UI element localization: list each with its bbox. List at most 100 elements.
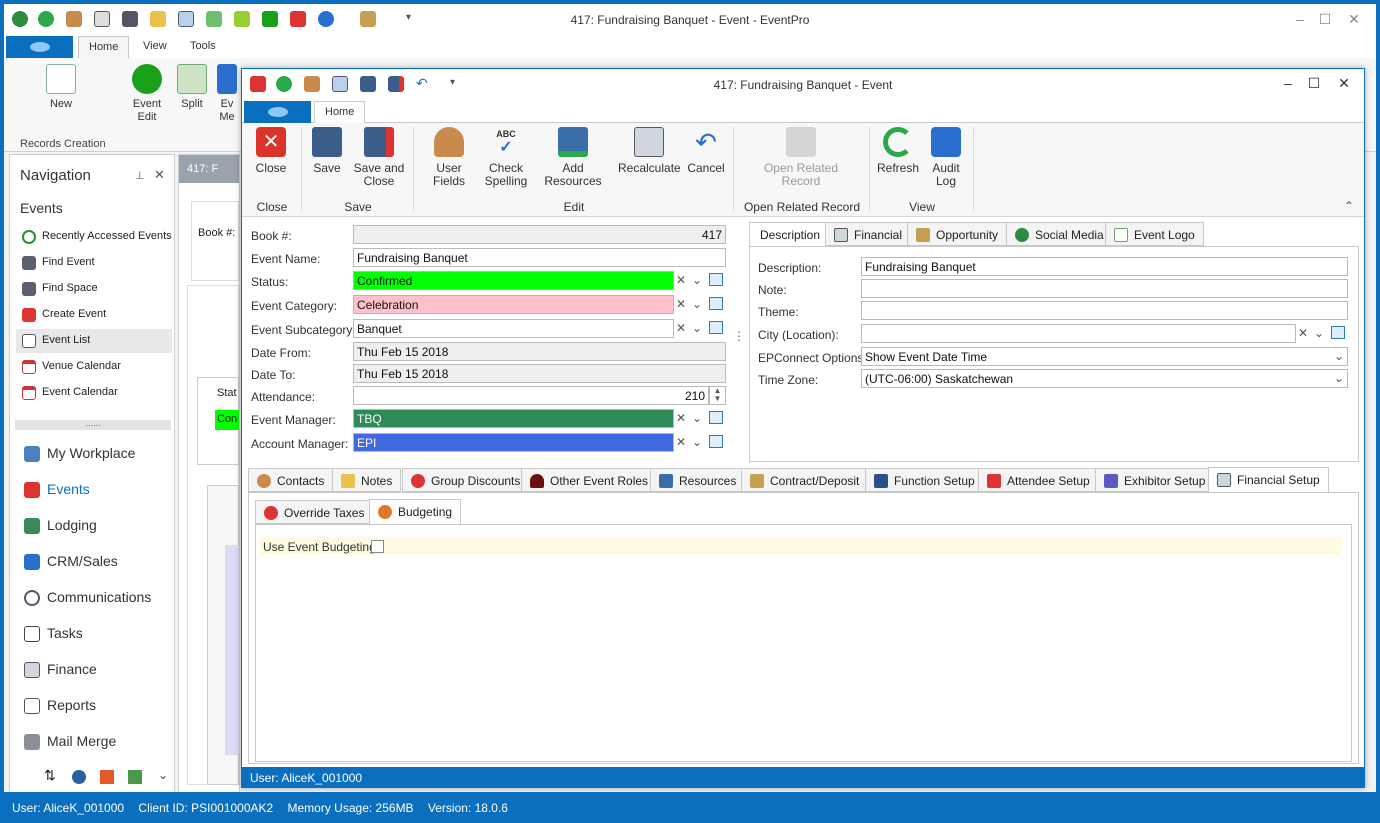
chevron-down-icon[interactable]: ⌄	[692, 411, 702, 425]
chevron-down-icon[interactable]: ⌄	[1334, 349, 1344, 363]
tab-group-discounts[interactable]: Group Discounts	[402, 468, 530, 492]
event-file-menu-button[interactable]	[244, 101, 311, 123]
use-event-budgeting-checkbox[interactable]	[371, 540, 384, 553]
nav-create-event[interactable]: Create Event	[16, 303, 172, 327]
refresh-button[interactable]: Refresh	[876, 127, 920, 175]
chevron-down-icon[interactable]: ⌄	[158, 768, 168, 782]
line-chart-icon[interactable]	[128, 770, 142, 784]
clear-x-icon[interactable]: ✕	[676, 321, 686, 335]
background-tab[interactable]: 417: F	[179, 155, 239, 183]
attendance-spinner[interactable]: ▲ ▼	[709, 386, 726, 405]
city-location-dropdown[interactable]	[861, 324, 1296, 343]
event-category-dropdown[interactable]: Celebration	[353, 295, 674, 314]
tab-financial[interactable]: Financial	[825, 222, 912, 246]
pin-icon[interactable]: ⊥	[135, 169, 145, 182]
tab-description[interactable]: Description	[749, 222, 830, 247]
minimize-icon[interactable]: –	[1290, 11, 1310, 27]
file-menu-button[interactable]	[6, 36, 73, 58]
event-manager-dropdown[interactable]: TBQ	[353, 409, 674, 428]
tab-financial-setup[interactable]: Financial Setup	[1208, 467, 1329, 493]
nav-event-list[interactable]: Event List	[16, 329, 172, 353]
grid-lookup-icon[interactable]	[709, 321, 723, 334]
chevron-down-icon[interactable]: ⌄	[692, 321, 702, 335]
minimize-icon[interactable]: –	[1278, 75, 1298, 91]
tab-resources[interactable]: Resources	[650, 468, 746, 492]
maximize-icon[interactable]: ☐	[1315, 11, 1335, 28]
chevron-down-icon[interactable]: ⌄	[1334, 371, 1344, 385]
globe-icon[interactable]	[72, 770, 86, 784]
event-tab-home[interactable]: Home	[314, 101, 366, 124]
clear-x-icon[interactable]: ✕	[676, 297, 686, 311]
grid-lookup-icon[interactable]	[709, 297, 723, 310]
tab-view[interactable]: View	[143, 40, 167, 52]
tab-home[interactable]: Home	[78, 36, 130, 59]
module-finance[interactable]: Finance	[16, 655, 172, 685]
event-name-field[interactable]: Fundraising Banquet	[353, 248, 726, 267]
save-button[interactable]: Save	[308, 127, 346, 175]
bg-status-cell[interactable]: Con	[215, 410, 239, 430]
chevron-down-icon[interactable]: ⌄	[692, 273, 702, 287]
module-mail-merge[interactable]: Mail Merge	[16, 727, 172, 757]
grid-lookup-icon[interactable]	[709, 411, 723, 424]
module-communications[interactable]: Communications	[16, 583, 172, 613]
theme-field[interactable]	[861, 301, 1348, 320]
recalculate-button[interactable]: Recalculate	[618, 127, 681, 175]
new-button[interactable]: New	[39, 64, 83, 111]
clear-x-icon[interactable]: ✕	[676, 273, 686, 287]
module-my-workplace[interactable]: My Workplace	[16, 439, 172, 469]
grid-lookup-icon[interactable]	[1331, 326, 1345, 339]
nav-splitter[interactable]: ......	[15, 419, 171, 430]
collapse-ribbon-icon[interactable]: ⌃	[1344, 199, 1354, 213]
grid-lookup-icon[interactable]	[709, 435, 723, 448]
account-manager-dropdown[interactable]: EPI	[353, 433, 674, 452]
module-events[interactable]: Events	[16, 475, 172, 505]
event-edit-button[interactable]: Event Edit	[125, 64, 169, 124]
tab-attendee-setup[interactable]: Attendee Setup	[978, 468, 1099, 492]
splitter-handle-icon[interactable]: ⋮	[733, 329, 745, 343]
nav-find-space[interactable]: Find Space	[16, 277, 172, 301]
tab-contacts[interactable]: Contacts	[248, 468, 334, 492]
user-fields-button[interactable]: User Fields	[420, 127, 478, 188]
module-reports[interactable]: Reports	[16, 691, 172, 721]
save-and-close-button[interactable]: Save and Close	[352, 127, 406, 188]
check-spelling-button[interactable]: ABC ✓ Check Spelling	[482, 127, 530, 188]
tab-function-setup[interactable]: Function Setup	[865, 468, 984, 492]
tab-budgeting[interactable]: Budgeting	[369, 499, 462, 525]
clear-x-icon[interactable]: ✕	[1298, 326, 1308, 340]
open-related-record-button[interactable]: Open Related Record	[754, 127, 848, 188]
cancel-button[interactable]: ↶ Cancel	[686, 127, 726, 175]
sort-arrows-icon[interactable]: ⇅	[44, 767, 56, 784]
module-lodging[interactable]: Lodging	[16, 511, 172, 541]
tab-social-media[interactable]: Social Media	[1006, 222, 1113, 246]
bar-chart-icon[interactable]	[100, 770, 114, 784]
event-menu-button[interactable]: Ev Me	[216, 64, 238, 124]
description-field[interactable]: Fundraising Banquet	[861, 257, 1348, 276]
chevron-down-icon[interactable]: ⌄	[692, 435, 702, 449]
tab-opportunity[interactable]: Opportunity	[907, 222, 1008, 246]
status-dropdown[interactable]: Confirmed	[353, 271, 674, 290]
clear-x-icon[interactable]: ✕	[676, 435, 686, 449]
module-crm-sales[interactable]: CRM/Sales	[16, 547, 172, 577]
grid-lookup-icon[interactable]	[709, 273, 723, 286]
close-pane-icon[interactable]: ✕	[154, 167, 165, 183]
event-subcategory-dropdown[interactable]: Banquet	[353, 319, 674, 338]
chevron-down-icon[interactable]: ⌄	[1314, 326, 1324, 340]
maximize-icon[interactable]: ☐	[1304, 75, 1324, 92]
tab-override-taxes[interactable]: Override Taxes	[255, 500, 374, 524]
chevron-down-icon[interactable]: ⌄	[692, 297, 702, 311]
tab-exhibitor-setup[interactable]: Exhibitor Setup	[1095, 468, 1215, 492]
nav-recently-accessed-events[interactable]: Recently Accessed Events	[16, 225, 172, 249]
close-icon[interactable]: ✕	[1344, 11, 1364, 28]
nav-find-event[interactable]: Find Event	[16, 251, 172, 275]
epconnect-options-dropdown[interactable]: Show Event Date Time	[861, 347, 1348, 366]
tab-notes[interactable]: Notes	[332, 468, 402, 492]
split-button[interactable]: Split	[170, 64, 214, 111]
close-button[interactable]: ✕ Close	[252, 127, 290, 175]
note-field[interactable]	[861, 279, 1348, 298]
close-window-icon[interactable]: ✕	[1334, 75, 1354, 92]
nav-event-calendar[interactable]: Event Calendar	[16, 381, 172, 405]
audit-log-button[interactable]: Audit Log	[926, 127, 966, 188]
nav-venue-calendar[interactable]: Venue Calendar	[16, 355, 172, 379]
add-resources-button[interactable]: Add Resources	[534, 127, 612, 188]
tab-other-event-roles[interactable]: Other Event Roles	[521, 468, 658, 492]
